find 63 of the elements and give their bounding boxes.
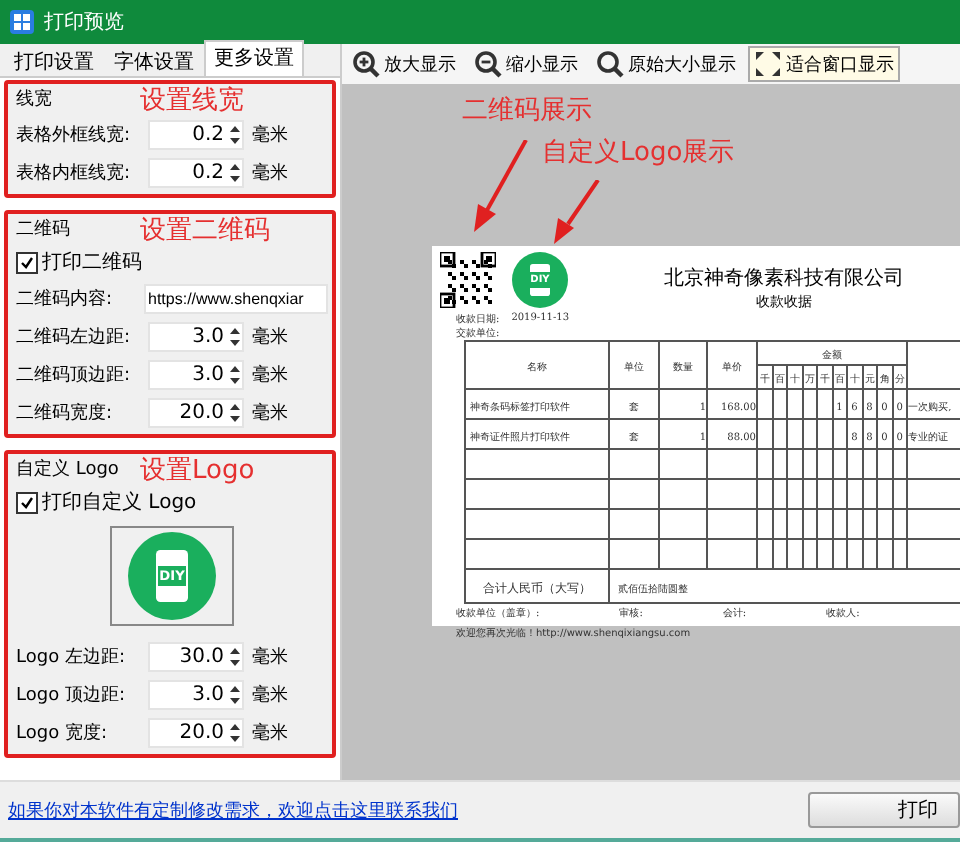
toolbar-button[interactable]: 放大显示 <box>346 46 462 82</box>
spin-field[interactable]: 20.0 <box>148 397 244 427</box>
unit-label: 毫米 <box>252 122 288 147</box>
contact-link[interactable]: 如果你对本软件有定制修改需求，欢迎点击这里联系我们 <box>8 797 458 823</box>
group-title: 线宽 <box>16 87 52 112</box>
annotation-label: 设置Logo <box>140 454 255 488</box>
annotation-label: 设置线宽 <box>140 84 244 118</box>
field-label: 二维码左边距: <box>16 325 133 349</box>
field-label: 表格外框线宽: <box>16 123 133 147</box>
spin-field[interactable]: 3.0 <box>148 321 244 351</box>
arrow <box>470 140 530 232</box>
field-label: Logo 宽度: <box>16 721 109 745</box>
spin-arrows-icon[interactable] <box>230 365 240 383</box>
spin-arrows-icon[interactable] <box>230 723 240 741</box>
qr-code <box>440 252 496 308</box>
toolbar-button[interactable]: 缩小显示 <box>468 46 584 82</box>
unit-label: 毫米 <box>252 362 288 387</box>
unit-label: 毫米 <box>252 682 288 707</box>
field-label: 二维码顶边距: <box>16 363 133 387</box>
checkbox-box[interactable] <box>16 251 38 273</box>
annotation-label: 设置二维码 <box>140 214 270 248</box>
window-title: 打印预览 <box>44 9 124 36</box>
toolbar-button[interactable]: 适合窗口显示 <box>748 46 900 82</box>
company-name: 北京神奇像素科技有限公司 <box>664 265 904 292</box>
group-title: 自定义 Logo <box>16 457 119 482</box>
spin-arrows-icon[interactable] <box>230 647 240 665</box>
unit-label: 毫米 <box>252 324 288 349</box>
spin-field[interactable]: 0.2 <box>148 119 244 149</box>
checkbox[interactable]: 打印二维码 <box>16 248 142 276</box>
toolbar-button[interactable]: 原始大小显示 <box>590 46 742 82</box>
spin-arrows-icon[interactable] <box>230 163 240 181</box>
field-label: Logo 左边距: <box>16 645 127 669</box>
app-icon <box>10 10 34 34</box>
field-label: 二维码内容: <box>16 287 115 311</box>
checkbox-box[interactable] <box>16 491 38 513</box>
zoom-in-icon <box>352 50 380 78</box>
spin-field[interactable]: 3.0 <box>148 359 244 389</box>
zoom-out-icon <box>474 50 502 78</box>
checkbox[interactable]: 打印自定义 Logo <box>16 488 197 516</box>
unit-label: 毫米 <box>252 160 288 185</box>
spin-arrows-icon[interactable] <box>230 327 240 345</box>
tab[interactable]: 更多设置 <box>204 40 304 76</box>
field-label: 表格内框线宽: <box>16 161 133 185</box>
spin-field[interactable]: 20.0 <box>148 717 244 747</box>
spin-arrows-icon[interactable] <box>230 403 240 421</box>
spin-field[interactable]: 0.2 <box>148 157 244 187</box>
unit-label: 毫米 <box>252 644 288 669</box>
magnifier-icon <box>596 50 624 78</box>
spin-arrows-icon[interactable] <box>230 685 240 703</box>
input-field[interactable]: https://www.shenqxiar <box>144 283 328 313</box>
unit-label: 毫米 <box>252 720 288 745</box>
print-button[interactable]: 打印 <box>808 792 960 828</box>
annotation-label: 自定义Logo展示 <box>542 136 735 170</box>
fit-window-icon <box>754 50 782 78</box>
spin-field[interactable]: 30.0 <box>148 641 244 671</box>
spin-arrows-icon[interactable] <box>230 125 240 143</box>
group-title: 二维码 <box>16 217 70 242</box>
unit-label: 毫米 <box>252 400 288 425</box>
spin-field[interactable]: 3.0 <box>148 679 244 709</box>
field-label: Logo 顶边距: <box>16 683 127 707</box>
field-label: 二维码宽度: <box>16 401 115 425</box>
arrow <box>550 180 602 244</box>
annotation-label: 二维码展示 <box>462 94 592 128</box>
